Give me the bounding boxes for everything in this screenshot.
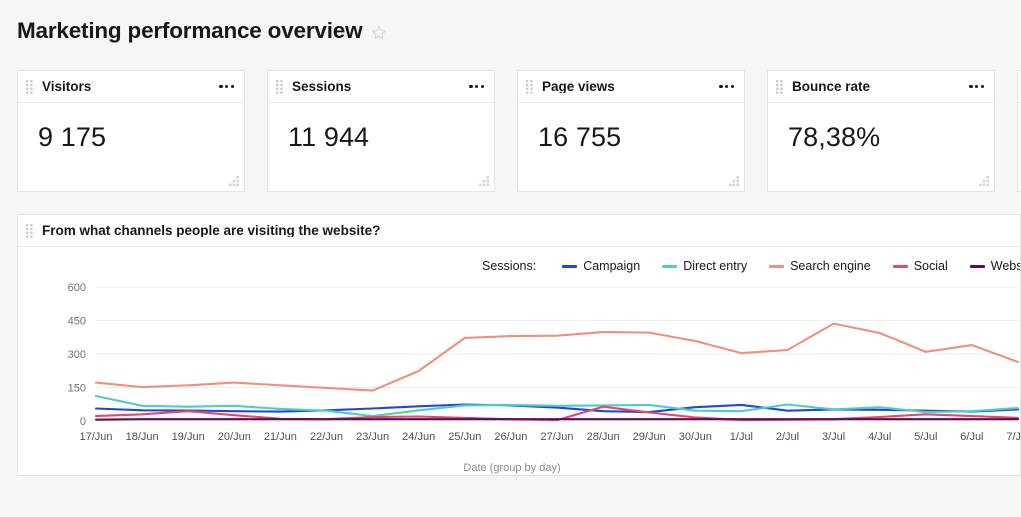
- drag-handle-icon[interactable]: [776, 79, 783, 94]
- card-title: Bounce rate: [792, 79, 871, 94]
- legend-swatch-icon: [969, 264, 985, 268]
- favorite-star-icon[interactable]: [371, 25, 387, 41]
- x-axis-tick: 17/Jun: [79, 431, 112, 443]
- kpi-card-sessions[interactable]: Sessions 11 944: [267, 70, 495, 192]
- card-body: 11 944: [268, 103, 494, 153]
- y-axis-tick: 150: [68, 383, 86, 395]
- legend-text: Search engine: [790, 259, 871, 273]
- x-axis-tick: 20/Jun: [218, 431, 251, 443]
- legend-item-social[interactable]: Social: [892, 259, 948, 273]
- card-title: Visitors: [42, 79, 92, 94]
- x-axis-tick: 24/Jun: [402, 431, 435, 443]
- kpi-card-visitors[interactable]: Visitors 9 175: [17, 70, 245, 192]
- legend-title: Sessions:: [482, 259, 537, 273]
- x-axis-tick: 29/Jun: [633, 431, 666, 443]
- legend-swatch-icon: [562, 264, 578, 268]
- x-axis-tick: 27/Jun: [540, 431, 573, 443]
- drag-handle-icon[interactable]: [26, 223, 33, 238]
- card-body: 16 755: [518, 103, 744, 153]
- series-line-social: [94, 405, 1020, 422]
- card-header: Visitors: [18, 71, 244, 103]
- card-header: Bounce rate: [768, 71, 994, 103]
- chart-plot-area: 0 150 300 450 600 17/Jun 18/Jun 19/Jun 20/Jun 21/…: [18, 281, 1020, 449]
- legend-text: Direct entry: [683, 259, 748, 273]
- card-body: 9 175: [18, 103, 244, 153]
- kpi-value: 78,38%: [788, 122, 881, 152]
- card-title: Sessions: [292, 79, 352, 94]
- kpi-card-page-views[interactable]: Page views 16 755: [517, 70, 745, 192]
- y-axis-tick: 300: [68, 349, 86, 361]
- legend-item-direct-entry[interactable]: Direct entry: [662, 259, 747, 273]
- chart-body: Sessions: Campaign Direct entry Search eng…: [18, 247, 1020, 476]
- legend-item-campaign[interactable]: Campaign: [562, 259, 640, 273]
- drag-handle-icon[interactable]: [526, 79, 533, 94]
- legend-swatch-icon: [769, 264, 785, 268]
- kpi-card-bounce-rate[interactable]: Bounce rate 78,38%: [767, 70, 995, 192]
- x-axis-tick: 30/Jun: [679, 431, 712, 443]
- y-axis-tick: 0: [80, 416, 86, 428]
- chart-card-title: From what channels people are visiting t…: [42, 223, 381, 238]
- resize-grip-icon[interactable]: [979, 176, 990, 187]
- card-menu-ellipsis-icon[interactable]: [966, 79, 984, 95]
- x-axis-tick: 2/Jul: [776, 431, 799, 443]
- x-axis-tick: 26/Jun: [494, 431, 527, 443]
- drag-handle-icon[interactable]: [276, 79, 283, 94]
- x-axis-tick: 21/Jun: [264, 431, 297, 443]
- card-title: Page views: [542, 79, 615, 94]
- line-chart-svg: 0 150 300 450 600 17/Jun 18/Jun 19/Jun 20/Jun 21/…: [68, 282, 1020, 443]
- y-axis-tick: 600: [68, 282, 86, 294]
- kpi-card-overflow[interactable]: [1017, 70, 1021, 192]
- card-header: Page views: [518, 71, 744, 103]
- x-axis-tick: 23/Jun: [356, 431, 389, 443]
- drag-handle-icon[interactable]: [26, 79, 33, 94]
- resize-grip-icon[interactable]: [479, 176, 490, 187]
- resize-grip-icon[interactable]: [229, 176, 240, 187]
- x-axis-tick: 5/Jul: [914, 431, 937, 443]
- kpi-card-row: Visitors 9 175 Sessions 11 944 Page view…: [0, 44, 1021, 192]
- series-line-website: [94, 418, 1020, 421]
- card-header: From what channels people are visiting t…: [18, 215, 1020, 247]
- x-axis-title: Date (group by day): [463, 462, 561, 474]
- x-axis-tick: 25/Jun: [448, 431, 481, 443]
- y-axis-tick: 450: [68, 316, 86, 328]
- legend-swatch-icon: [662, 264, 678, 268]
- series-line-direct-entry: [94, 394, 1020, 418]
- x-axis-tick: 7/Jul: [1006, 431, 1020, 443]
- card-menu-ellipsis-icon[interactable]: [466, 79, 484, 95]
- legend-item-search-engine[interactable]: Search engine: [769, 259, 871, 273]
- chart-card-channels[interactable]: From what channels people are visiting t…: [17, 214, 1021, 476]
- x-axis-tick: 18/Jun: [126, 431, 159, 443]
- x-axis-tick: 6/Jul: [960, 431, 983, 443]
- legend-swatch-icon: [892, 264, 908, 268]
- x-axis-tick: 1/Jul: [730, 431, 753, 443]
- card-menu-ellipsis-icon[interactable]: [716, 79, 734, 95]
- x-axis-tick: 19/Jun: [172, 431, 205, 443]
- card-header: Sessions: [268, 71, 494, 103]
- x-axis-tick: 28/Jun: [587, 431, 620, 443]
- kpi-value: 9 175: [38, 122, 107, 152]
- legend-text: Social: [913, 259, 948, 273]
- chart-legend: Sessions: Campaign Direct entry Search eng…: [18, 259, 1020, 273]
- resize-grip-icon[interactable]: [729, 176, 740, 187]
- x-axis-tick: 4/Jul: [868, 431, 891, 443]
- page-title: Marketing performance overview: [17, 17, 363, 43]
- card-menu-ellipsis-icon[interactable]: [216, 79, 234, 95]
- legend-item-website[interactable]: Website: [969, 259, 1020, 273]
- legend-text: Campaign: [583, 259, 641, 273]
- x-axis-tick: 3/Jul: [822, 431, 845, 443]
- legend-text: Website: [990, 259, 1020, 273]
- x-axis-tick: 22/Jun: [310, 431, 343, 443]
- kpi-value: 11 944: [288, 122, 370, 152]
- card-body: 78,38%: [768, 103, 994, 153]
- kpi-value: 16 755: [538, 122, 622, 152]
- page-header: Marketing performance overview: [0, 0, 1021, 44]
- series-line-search-engine: [94, 322, 1020, 392]
